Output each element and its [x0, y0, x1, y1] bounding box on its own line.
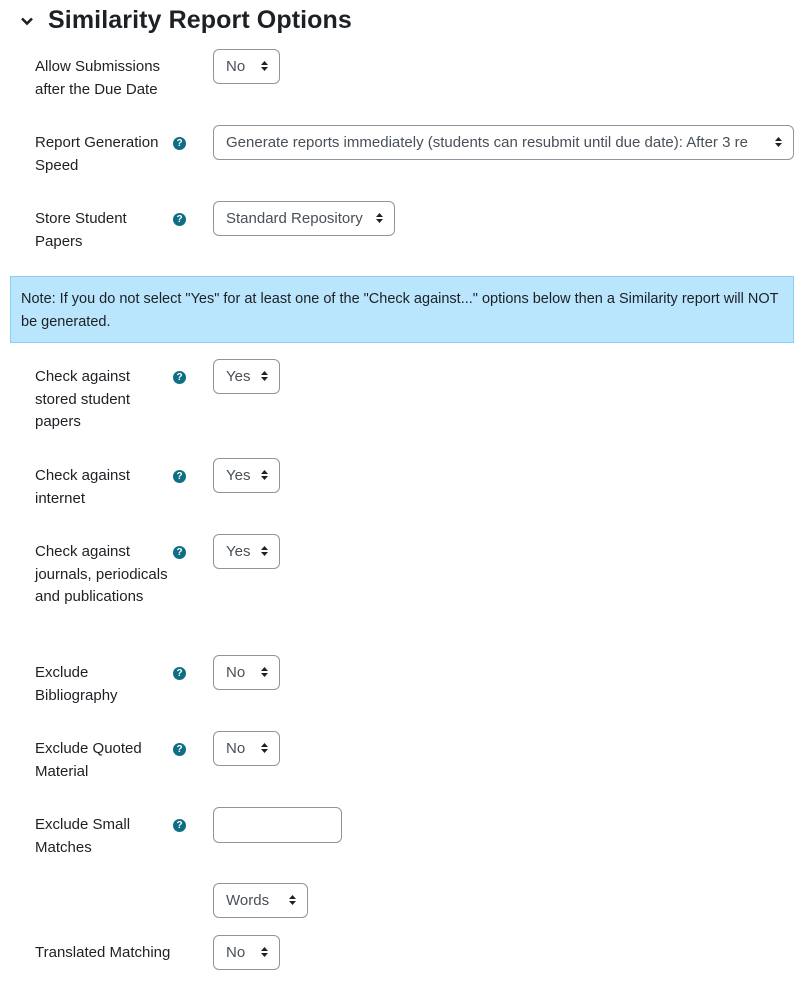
- store-papers-select[interactable]: Standard Repository: [213, 201, 395, 236]
- info-note: Note: If you do not select "Yes" for at …: [10, 276, 794, 343]
- select-value: No: [226, 740, 246, 757]
- select-value: No: [226, 664, 246, 681]
- select-arrows-icon: [256, 732, 269, 765]
- select-value: No: [226, 58, 246, 75]
- help-icon[interactable]: ?: [173, 743, 186, 756]
- select-value: Generate reports immediately (students c…: [226, 134, 748, 151]
- select-arrows-icon: [256, 50, 269, 83]
- allow-submissions-select[interactable]: No: [213, 49, 280, 84]
- select-value: No: [226, 944, 246, 961]
- field-label: Exclude Quoted Material: [35, 740, 142, 780]
- field-label: Translated Matching: [35, 944, 171, 961]
- select-arrows-icon: [770, 126, 783, 159]
- select-arrows-icon: [256, 656, 269, 689]
- help-icon[interactable]: ?: [173, 546, 186, 559]
- field-label: Check against internet: [35, 467, 131, 507]
- report-speed-select[interactable]: Generate reports immediately (students c…: [213, 125, 794, 160]
- select-value: Standard Repository: [226, 210, 363, 227]
- match-unit-select[interactable]: Words: [213, 883, 308, 918]
- select-arrows-icon: [256, 459, 269, 492]
- help-icon[interactable]: ?: [173, 371, 186, 384]
- check-internet-select[interactable]: Yes: [213, 458, 280, 493]
- section-header[interactable]: Similarity Report Options: [20, 6, 352, 35]
- select-arrows-icon: [256, 936, 269, 969]
- select-value: Words: [226, 892, 270, 909]
- help-icon[interactable]: ?: [173, 213, 186, 226]
- exclude-quoted-select[interactable]: No: [213, 731, 280, 766]
- check-journals-select[interactable]: Yes: [213, 534, 280, 569]
- select-arrows-icon: [284, 884, 297, 917]
- select-arrows-icon: [256, 360, 269, 393]
- field-label: Check against stored student papers: [35, 368, 131, 430]
- translated-matching-select[interactable]: No: [213, 935, 280, 970]
- section-title: Similarity Report Options: [48, 6, 352, 34]
- field-label: Check against journals, periodicals and …: [35, 543, 168, 605]
- exclude-small-matches-input[interactable]: [213, 807, 342, 843]
- field-label: Allow Submissions after the Due Date: [35, 58, 161, 98]
- field-label: Report Generation Speed: [35, 134, 159, 174]
- field-label: Exclude Bibliography: [35, 664, 118, 704]
- select-arrows-icon: [256, 535, 269, 568]
- help-icon[interactable]: ?: [173, 667, 186, 680]
- help-icon[interactable]: ?: [173, 470, 186, 483]
- help-icon[interactable]: ?: [173, 137, 186, 150]
- field-label: Exclude Small Matches: [35, 816, 131, 856]
- exclude-bibliography-select[interactable]: No: [213, 655, 280, 690]
- check-stored-select[interactable]: Yes: [213, 359, 280, 394]
- select-arrows-icon: [371, 202, 384, 235]
- field-label: Store Student Papers: [35, 210, 127, 250]
- chevron-down-icon: [21, 17, 33, 25]
- select-value: Yes: [226, 368, 251, 385]
- help-icon[interactable]: ?: [173, 819, 186, 832]
- select-value: Yes: [226, 543, 251, 560]
- select-value: Yes: [226, 467, 251, 484]
